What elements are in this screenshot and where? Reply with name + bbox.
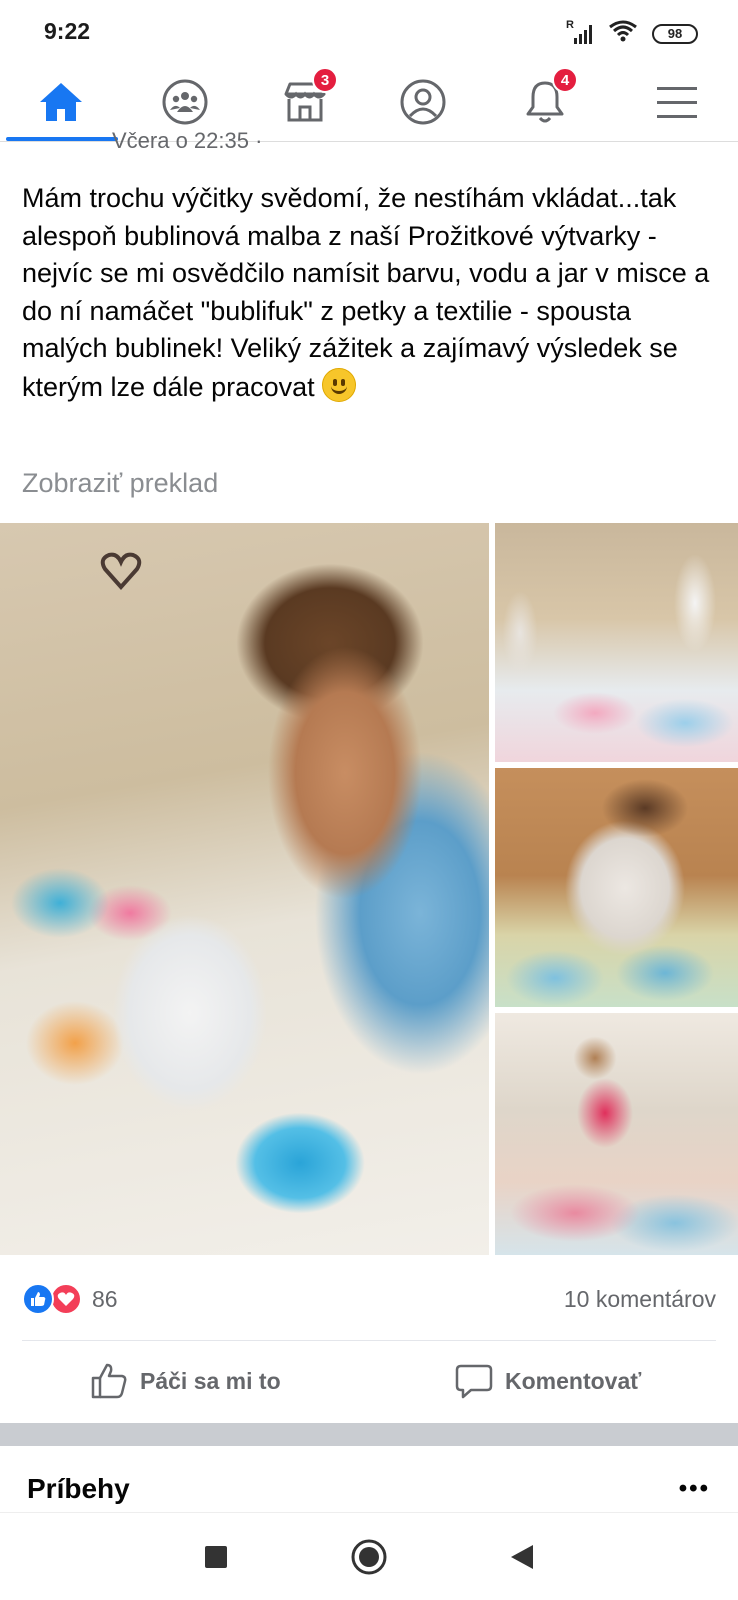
comment-icon xyxy=(455,1364,493,1399)
post-photo-main[interactable] xyxy=(0,523,489,1255)
top-nav: 3 4 xyxy=(0,62,738,142)
thumbs-up-icon xyxy=(91,1363,127,1399)
stories-more-button[interactable]: ••• xyxy=(679,1477,710,1501)
comment-count[interactable]: 10 komentárov xyxy=(564,1286,716,1313)
like-reaction-icon xyxy=(22,1283,54,1315)
post-text: Mám trochu výčitky svědomí, že nestíhám … xyxy=(22,180,712,406)
battery-indicator: 98 xyxy=(652,23,698,44)
android-home-button[interactable] xyxy=(329,1513,409,1600)
see-translation-link[interactable]: Zobraziť preklad xyxy=(22,468,218,499)
reaction-summary[interactable]: 86 xyxy=(22,1283,118,1315)
nav-active-indicator xyxy=(6,137,118,141)
notifications-badge: 4 xyxy=(552,67,578,93)
status-time: 9:22 xyxy=(44,18,91,44)
circle-home-icon xyxy=(351,1539,387,1575)
comment-label: Komentovať xyxy=(505,1367,642,1394)
like-button[interactable]: Páči sa mi to xyxy=(90,1340,281,1422)
comment-button[interactable]: Komentovať xyxy=(455,1340,641,1422)
stories-title: Príbehy xyxy=(27,1473,130,1504)
marketplace-badge: 3 xyxy=(312,67,338,93)
post-timestamp: Včera o 22:35 · xyxy=(112,128,263,150)
smile-emoji-icon xyxy=(322,367,357,402)
post-body: Mám trochu výčitky svědomí, že nestíhám … xyxy=(22,183,710,402)
nav-notifications[interactable]: 4 xyxy=(490,62,600,142)
wifi-icon xyxy=(608,20,638,47)
home-icon xyxy=(40,83,82,121)
signal-icon: R xyxy=(566,19,594,45)
back-triangle-icon xyxy=(511,1545,533,1569)
post-photo-bottom-right[interactable] xyxy=(495,1013,738,1255)
android-nav-bar xyxy=(0,1512,738,1600)
signal-label: R xyxy=(566,18,574,31)
nav-profile[interactable] xyxy=(368,62,478,142)
post-photo-middle-right[interactable] xyxy=(495,768,738,1007)
status-icons: R 98 xyxy=(566,19,698,47)
back-button[interactable] xyxy=(482,1513,562,1600)
heart-decoration-icon xyxy=(100,552,142,591)
post-photo-top-right[interactable] xyxy=(495,523,738,762)
profile-icon xyxy=(400,79,446,125)
status-bar: 9:22 R 98 xyxy=(0,0,738,62)
groups-icon xyxy=(162,79,208,125)
section-separator xyxy=(0,1423,738,1446)
recent-apps-button[interactable] xyxy=(176,1513,256,1600)
love-reaction-icon xyxy=(50,1283,82,1315)
nav-home[interactable] xyxy=(6,62,116,142)
square-icon xyxy=(205,1546,227,1568)
reaction-count: 86 xyxy=(92,1285,118,1312)
like-label: Páči sa mi to xyxy=(140,1367,281,1394)
hamburger-menu-icon xyxy=(657,87,697,118)
nav-menu[interactable] xyxy=(622,62,732,142)
nav-marketplace[interactable]: 3 xyxy=(250,62,360,142)
